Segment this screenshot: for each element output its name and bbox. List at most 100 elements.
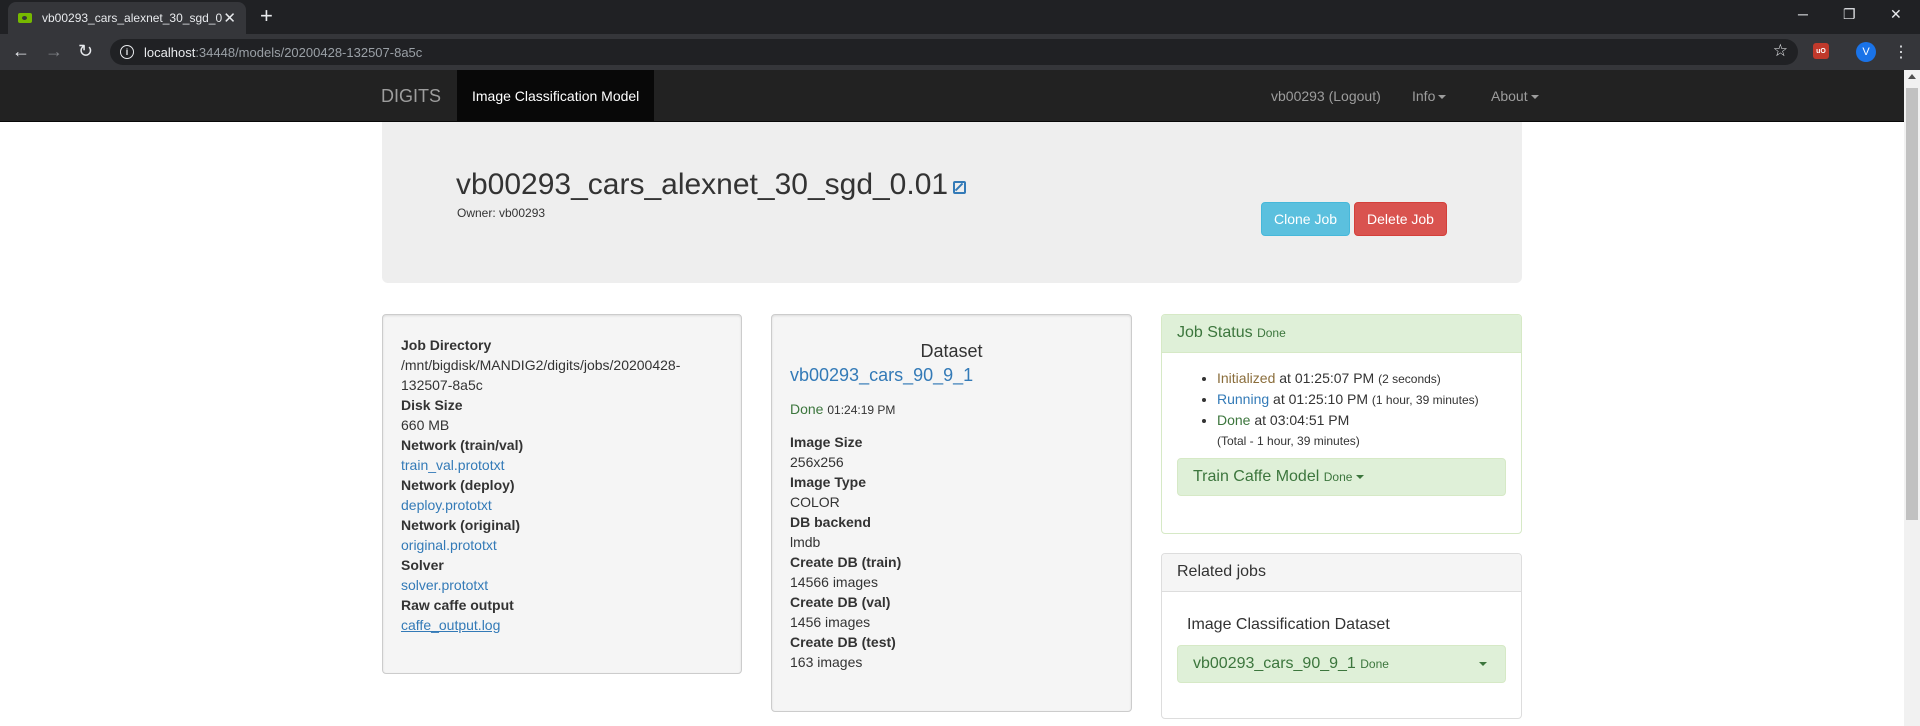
profile-avatar[interactable]: V <box>1856 42 1876 62</box>
train-caffe-model-dropdown[interactable]: Train Caffe Model Done <box>1177 458 1506 496</box>
about-label: About <box>1491 88 1528 104</box>
solver-prototxt-link[interactable]: solver.prototxt <box>401 575 723 595</box>
delete-job-button[interactable]: Delete Job <box>1354 202 1447 236</box>
dataset-status: Done 01:24:19 PM <box>790 399 1113 420</box>
url-bar[interactable]: i localhost:34448/models/20200428-132507… <box>110 39 1798 65</box>
status-running-time: at 01:25:10 PM <box>1269 391 1372 407</box>
train-val-prototxt-link[interactable]: train_val.prototxt <box>401 455 723 475</box>
site-info-icon[interactable]: i <box>120 45 134 59</box>
url-host: localhost <box>144 44 196 60</box>
status-running-label: Running <box>1217 391 1270 407</box>
network-original-label: Network (original) <box>401 517 521 533</box>
status-initialized: Initialized at 01:25:07 PM (2 seconds) <box>1217 368 1521 389</box>
info-dropdown[interactable]: Info <box>1412 88 1447 104</box>
train-caffe-model-label: Train Caffe Model <box>1193 468 1320 485</box>
nav-item-image-classification-model[interactable]: Image Classification Model <box>457 70 655 121</box>
tab-close-icon[interactable]: ✕ <box>223 9 236 27</box>
browser-tab-strip: vb00293_cars_alexnet_30_sgd_0.0 ✕ + ─ ❐ … <box>0 0 1920 34</box>
related-jobs-panel: Related jobs Image Classification Datase… <box>1161 553 1522 719</box>
job-status-header: Job Status Done <box>1162 315 1521 353</box>
job-status-title: Job Status <box>1177 324 1253 341</box>
job-status-panel: Job Status Done Initialized at 01:25:07 … <box>1161 314 1522 534</box>
train-caffe-model-badge: Done <box>1323 470 1353 484</box>
create-db-train-value: 14566 images <box>790 574 878 590</box>
dataset-heading: Dataset <box>920 341 983 361</box>
related-dataset-heading: Image Classification Dataset <box>1187 616 1390 633</box>
chevron-down-icon <box>1438 95 1447 100</box>
disk-size-label: Disk Size <box>401 397 463 413</box>
status-initialized-label: Initialized <box>1217 370 1276 386</box>
page-scrollbar[interactable] <box>1904 70 1920 726</box>
chevron-down-icon <box>1479 662 1487 666</box>
create-db-test-value: 163 images <box>790 654 863 670</box>
edit-icon[interactable] <box>953 181 967 194</box>
network-trainval-label: Network (train/val) <box>401 437 524 453</box>
status-done: Done at 03:04:51 PM (Total - 1 hour, 39 m… <box>1217 410 1521 451</box>
job-header: vb00293_cars_alexnet_30_sgd_0.01 Owner: … <box>382 122 1522 283</box>
db-backend-label: DB backend <box>790 514 871 530</box>
nvidia-favicon-icon <box>18 13 32 23</box>
browser-menu-icon[interactable]: ⋮ <box>1893 42 1909 62</box>
status-timeline: Initialized at 01:25:07 PM (2 seconds) R… <box>1162 368 1521 451</box>
db-backend-value: lmdb <box>790 534 821 550</box>
job-info-well: Job Directory /mnt/bigdisk/MANDIG2/digit… <box>382 314 742 674</box>
dataset-well: Dataset vb00293_cars_90_9_1 Done 01:24:1… <box>771 314 1132 712</box>
scroll-thumb[interactable] <box>1906 88 1918 520</box>
status-total-duration: (Total - 1 hour, 39 minutes) <box>1217 434 1360 448</box>
disk-size-value: 660 MB <box>401 417 450 433</box>
page-title: vb00293_cars_alexnet_30_sgd_0.01 <box>456 168 967 202</box>
job-directory-line-2: 132507-8a5c <box>401 377 483 393</box>
image-type-value: COLOR <box>790 494 840 510</box>
info-label: Info <box>1412 88 1436 104</box>
app-navbar: DIGITS Image Classification Model vb0029… <box>0 70 1904 122</box>
tab-title: vb00293_cars_alexnet_30_sgd_0.0 <box>42 11 222 25</box>
ublock-extension-icon[interactable]: uO <box>1813 43 1829 59</box>
status-done-time: at 03:04:51 PM <box>1250 412 1350 428</box>
dataset-status-time: 01:24:19 PM <box>827 403 896 417</box>
browser-toolbar: ← → ↻ i localhost:34448/models/20200428-… <box>0 34 1920 70</box>
deploy-prototxt-link[interactable]: deploy.prototxt <box>401 495 723 515</box>
job-directory-label: Job Directory <box>401 337 492 353</box>
forward-arrow-icon[interactable]: → <box>45 41 63 61</box>
job-title-text: vb00293_cars_alexnet_30_sgd_0.01 <box>456 168 949 201</box>
image-size-value: 256x256 <box>790 454 844 470</box>
chevron-down-icon <box>1356 474 1365 479</box>
related-dataset-label: vb00293_cars_90_9_1 <box>1193 655 1356 672</box>
related-dataset-badge: Done <box>1360 657 1389 671</box>
maximize-icon[interactable]: ❐ <box>1843 6 1856 23</box>
browser-tab[interactable]: vb00293_cars_alexnet_30_sgd_0.0 ✕ <box>8 2 246 34</box>
status-initialized-time: at 01:25:07 PM <box>1275 370 1379 386</box>
related-jobs-header: Related jobs <box>1162 554 1521 592</box>
new-tab-button[interactable]: + <box>260 4 273 28</box>
network-deploy-label: Network (deploy) <box>401 477 515 493</box>
back-arrow-icon[interactable]: ← <box>12 41 30 61</box>
logout-link[interactable]: vb00293 (Logout) <box>1271 88 1381 104</box>
create-db-train-label: Create DB (train) <box>790 554 902 570</box>
solver-label: Solver <box>401 557 444 573</box>
job-directory-line-1: /mnt/bigdisk/MANDIG2/digits/jobs/2020042… <box>401 357 681 373</box>
image-size-label: Image Size <box>790 434 863 450</box>
job-owner: Owner: vb00293 <box>457 206 546 220</box>
window-close-icon[interactable]: ✕ <box>1890 6 1902 23</box>
reload-icon[interactable]: ↻ <box>78 41 93 61</box>
status-initialized-duration: (2 seconds) <box>1378 372 1441 386</box>
create-db-test-label: Create DB (test) <box>790 634 896 650</box>
caffe-output-log-link[interactable]: caffe_output.log <box>401 615 723 635</box>
job-status-badge: Done <box>1257 326 1286 340</box>
create-db-val-label: Create DB (val) <box>790 594 891 610</box>
digits-brand-link[interactable]: DIGITS <box>381 86 441 107</box>
chevron-down-icon <box>1530 95 1539 100</box>
raw-caffe-output-label: Raw caffe output <box>401 597 514 613</box>
status-running: Running at 01:25:10 PM (1 hour, 39 minut… <box>1217 389 1521 410</box>
original-prototxt-link[interactable]: original.prototxt <box>401 535 723 555</box>
dataset-status-text: Done <box>790 401 824 417</box>
bookmark-star-icon[interactable]: ☆ <box>1773 41 1788 61</box>
dataset-link[interactable]: vb00293_cars_90_9_1 <box>790 365 1113 385</box>
scroll-up-icon[interactable] <box>1908 74 1916 79</box>
minimize-icon[interactable]: ─ <box>1798 6 1808 22</box>
clone-job-button[interactable]: Clone Job <box>1261 202 1350 236</box>
create-db-val-value: 1456 images <box>790 614 871 630</box>
about-dropdown[interactable]: About <box>1491 88 1539 104</box>
related-dataset-dropdown[interactable]: vb00293_cars_90_9_1 Done <box>1177 645 1506 683</box>
url-path: :34448/models/20200428-132507-8a5c <box>195 44 423 60</box>
